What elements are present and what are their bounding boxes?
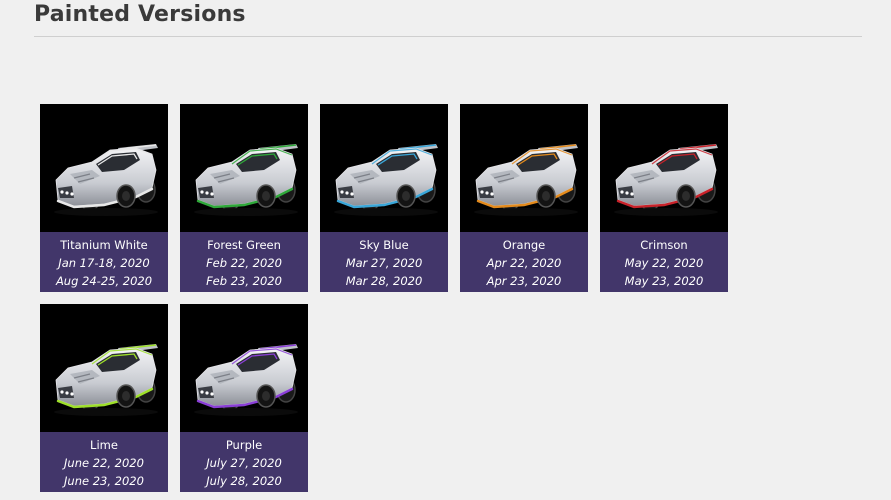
release-date-1: May 22, 2020 <box>624 256 704 270</box>
card-caption: Crimson May 22, 2020 May 23, 2020 <box>600 232 728 292</box>
car-image <box>54 344 158 416</box>
release-date-2: June 23, 2020 <box>64 474 144 488</box>
paint-name: Titanium White <box>60 238 148 252</box>
painted-version-card-titanium-white[interactable]: Titanium White Jan 17-18, 2020 Aug 24-25… <box>40 104 168 292</box>
card-caption: Orange Apr 22, 2020 Apr 23, 2020 <box>460 232 588 292</box>
paint-name: Crimson <box>640 238 688 252</box>
release-date-2: Apr 23, 2020 <box>486 274 562 288</box>
car-thumbnail[interactable] <box>40 104 168 232</box>
car-thumbnail[interactable] <box>320 104 448 232</box>
release-date-1: Mar 27, 2020 <box>345 256 423 270</box>
painted-versions-gallery: Titanium White Jan 17-18, 2020 Aug 24-25… <box>40 104 740 492</box>
car-thumbnail[interactable] <box>40 304 168 432</box>
release-date-2: July 28, 2020 <box>206 474 282 488</box>
painted-version-card-lime[interactable]: Lime June 22, 2020 June 23, 2020 <box>40 304 168 492</box>
paint-name: Orange <box>502 238 546 252</box>
release-date-2: Feb 23, 2020 <box>206 274 282 288</box>
card-caption: Lime June 22, 2020 June 23, 2020 <box>40 432 168 492</box>
paint-name: Lime <box>90 438 118 452</box>
car-image <box>54 144 158 216</box>
section-title: Painted Versions <box>34 2 246 27</box>
paint-name: Purple <box>225 438 263 452</box>
car-thumbnail[interactable] <box>460 104 588 232</box>
painted-version-card-sky-blue[interactable]: Sky Blue Mar 27, 2020 Mar 28, 2020 <box>320 104 448 292</box>
release-date-1: Feb 22, 2020 <box>206 256 282 270</box>
car-thumbnail[interactable] <box>600 104 728 232</box>
release-date-1: June 22, 2020 <box>64 456 144 470</box>
section-divider <box>34 36 862 37</box>
painted-version-card-purple[interactable]: Purple July 27, 2020 July 28, 2020 <box>180 304 308 492</box>
release-date-2: Aug 24-25, 2020 <box>55 274 153 288</box>
release-date-1: Apr 22, 2020 <box>486 256 562 270</box>
car-image <box>194 144 298 216</box>
card-caption: Purple July 27, 2020 July 28, 2020 <box>180 432 308 492</box>
paint-name: Forest Green <box>207 238 281 252</box>
release-date-1: Jan 17-18, 2020 <box>58 256 150 270</box>
card-caption: Titanium White Jan 17-18, 2020 Aug 24-25… <box>40 232 168 292</box>
release-date-2: May 23, 2020 <box>624 274 704 288</box>
car-image <box>334 144 438 216</box>
painted-version-card-orange[interactable]: Orange Apr 22, 2020 Apr 23, 2020 <box>460 104 588 292</box>
car-thumbnail[interactable] <box>180 304 308 432</box>
paint-name: Sky Blue <box>359 238 409 252</box>
release-date-2: Mar 28, 2020 <box>345 274 423 288</box>
car-image <box>614 144 718 216</box>
car-image <box>194 344 298 416</box>
painted-version-card-forest-green[interactable]: Forest Green Feb 22, 2020 Feb 23, 2020 <box>180 104 308 292</box>
painted-version-card-crimson[interactable]: Crimson May 22, 2020 May 23, 2020 <box>600 104 728 292</box>
card-caption: Sky Blue Mar 27, 2020 Mar 28, 2020 <box>320 232 448 292</box>
release-date-1: July 27, 2020 <box>206 456 282 470</box>
card-caption: Forest Green Feb 22, 2020 Feb 23, 2020 <box>180 232 308 292</box>
car-thumbnail[interactable] <box>180 104 308 232</box>
car-image <box>474 144 578 216</box>
